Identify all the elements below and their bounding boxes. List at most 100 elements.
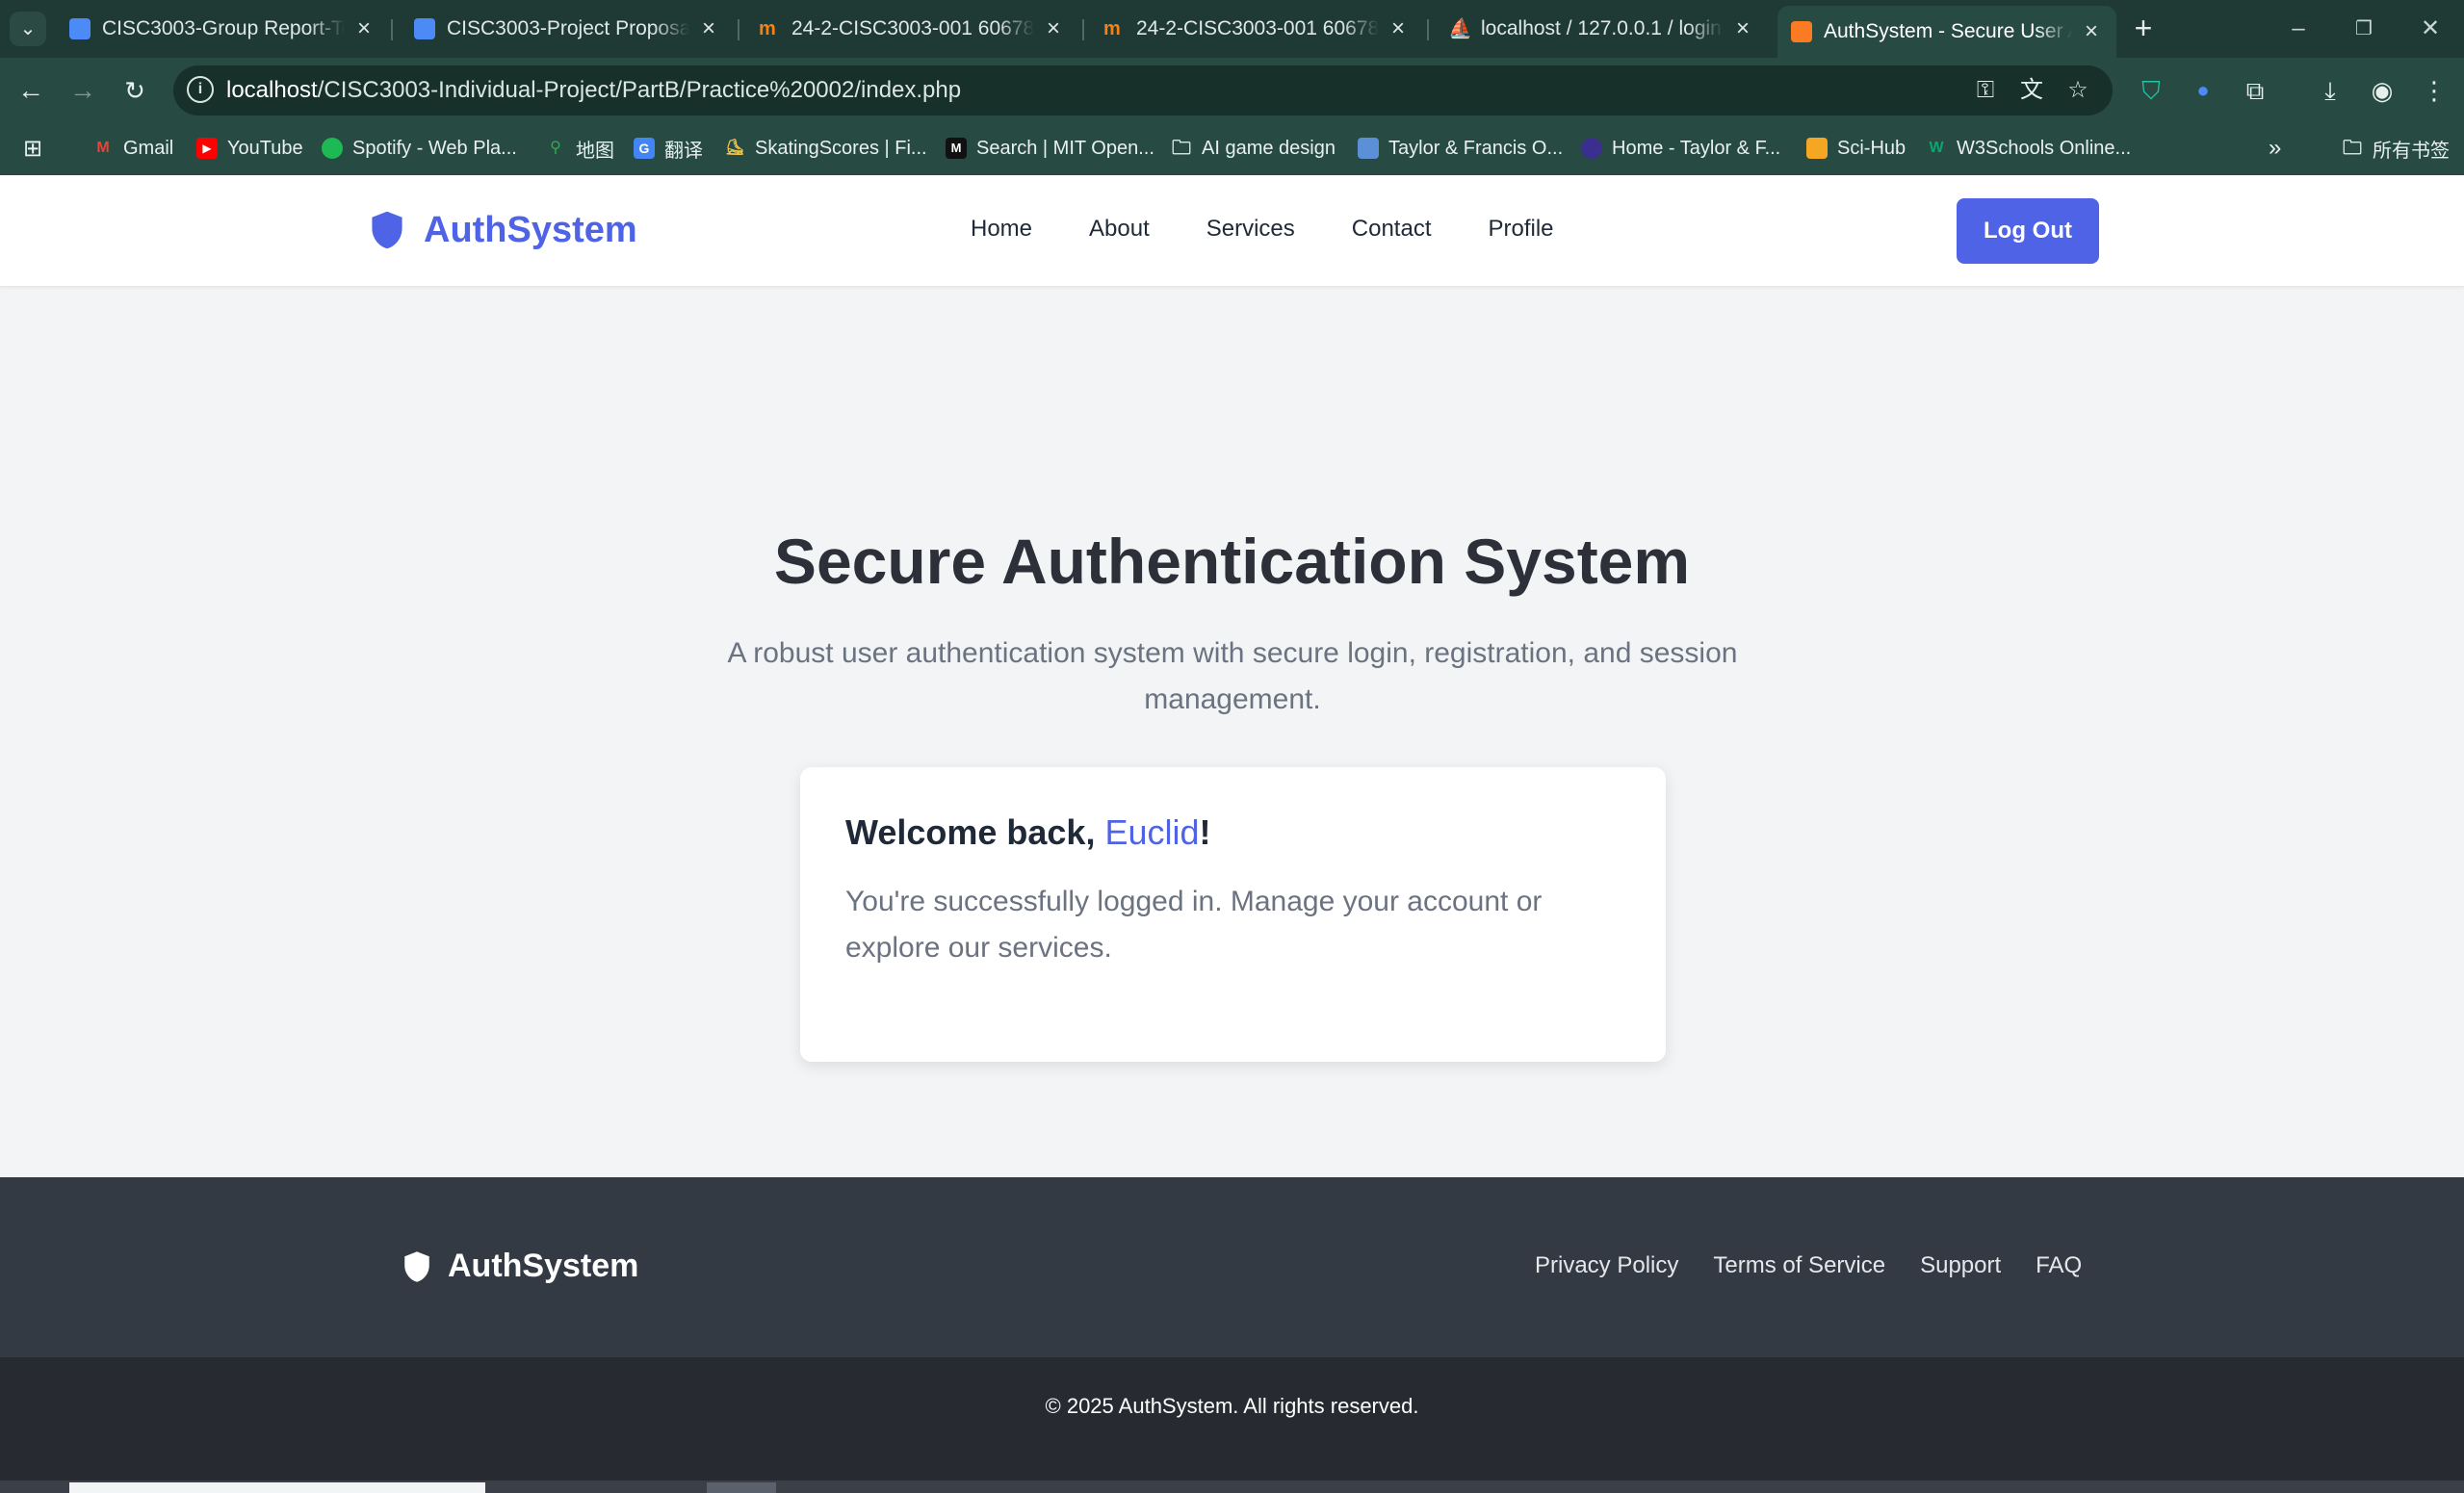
phpmyadmin-icon: ⛵ <box>1448 18 1472 39</box>
skating-icon: ⛸ <box>724 140 745 156</box>
nav-home[interactable]: Home <box>971 216 1032 243</box>
nav-profile[interactable]: Profile <box>1489 216 1554 243</box>
footer-link-privacy[interactable]: Privacy Policy <box>1535 1252 1678 1279</box>
restore-icon[interactable]: ❐ <box>2335 10 2393 48</box>
logout-button[interactable]: Log Out <box>1957 198 2099 264</box>
bookmark-label: Sci-Hub <box>1837 137 1906 159</box>
window-close-icon[interactable]: ✕ <box>2401 10 2459 48</box>
close-tab-icon[interactable]: × <box>1387 15 1410 42</box>
browser-tab-strip: ⌄ CISC3003-Group Report-Tean × CISC3003-… <box>0 0 2464 58</box>
welcome-card: Welcome back, Euclid! You're successfull… <box>800 767 1666 1062</box>
taskbar-app[interactable] <box>707 1482 776 1493</box>
close-tab-icon[interactable]: × <box>1731 15 1754 42</box>
footer-link-faq[interactable]: FAQ <box>2036 1252 2082 1279</box>
browser-tab-active[interactable]: AuthSystem - Secure User Au × <box>1777 6 2116 58</box>
welcome-suffix: ! <box>1199 812 1211 852</box>
browser-tab[interactable]: m 24-2-CISC3003-001 60678: S × <box>745 8 1078 50</box>
tab-divider <box>1427 19 1429 40</box>
bookmark-folder-ai[interactable]: 🗀 AI game design <box>1171 134 1336 163</box>
minimize-icon[interactable]: – <box>2269 10 2327 48</box>
close-tab-icon[interactable]: × <box>697 15 720 42</box>
back-arrow-icon[interactable]: ← <box>12 71 50 110</box>
bookmark-gmail[interactable]: M Gmail <box>92 134 173 163</box>
bookmark-label: Home - Taylor & F... <box>1612 137 1781 159</box>
address-bar[interactable]: i localhost/CISC3003-Individual-Project/… <box>173 65 2113 116</box>
bookmark-label: 地图 <box>576 140 614 162</box>
translate-page-icon[interactable]: 文 <box>2016 75 2047 106</box>
password-key-icon[interactable]: ⚿ <box>1970 75 2001 106</box>
close-tab-icon[interactable]: × <box>2080 18 2103 45</box>
all-bookmarks-label: 所有书签 <box>2373 140 2450 162</box>
copyright-text: © 2025 AuthSystem. All rights reserved. <box>1045 1394 1419 1418</box>
bookmark-label: Search | MIT Open... <box>976 137 1154 159</box>
w3schools-icon: W <box>1929 140 1944 156</box>
download-icon[interactable]: ⤓ <box>2313 73 2347 108</box>
main-nav: Home About Services Contact Profile <box>971 216 1611 243</box>
browser-tab[interactable]: CISC3003-Group Report-Tean × <box>56 8 389 50</box>
brand-logo-link[interactable]: AuthSystem <box>366 209 637 251</box>
browser-tab[interactable]: ⛵ localhost / 127.0.0.1 / login s × <box>1435 8 1768 50</box>
bookmark-label: SkatingScores | Fi... <box>755 137 927 159</box>
extension-dot-icon[interactable]: ● <box>2186 73 2220 108</box>
more-bookmarks-chevron-icon[interactable]: » <box>2269 134 2281 163</box>
forward-arrow-icon[interactable]: → <box>64 71 102 110</box>
bookmark-spotify[interactable]: Spotify - Web Pla... <box>322 134 517 163</box>
tandf-icon <box>1358 138 1379 159</box>
bookmark-mit[interactable]: M Search | MIT Open... <box>946 134 1154 163</box>
close-tab-icon[interactable]: × <box>352 15 376 42</box>
bookmark-skatingscores[interactable]: ⛸ SkatingScores | Fi... <box>724 134 927 163</box>
close-tab-icon[interactable]: × <box>1042 15 1065 42</box>
welcome-heading: Welcome back, Euclid! <box>845 812 1211 853</box>
bookmark-youtube[interactable]: ▶ YouTube <box>196 134 303 163</box>
moodle-icon: m <box>759 18 776 39</box>
all-bookmarks-folder[interactable]: 🗀 所有书签 <box>2342 134 2450 163</box>
footer-link-support[interactable]: Support <box>1920 1252 2001 1279</box>
reload-icon[interactable]: ↻ <box>116 71 154 110</box>
bookmark-star-icon[interactable]: ☆ <box>2062 75 2093 106</box>
bookmark-scihub[interactable]: Sci-Hub <box>1806 134 1906 163</box>
bookmark-w3schools[interactable]: W W3Schools Online... <box>1926 134 2131 163</box>
url-text[interactable]: localhost/CISC3003-Individual-Project/Pa… <box>226 77 961 104</box>
browser-tab[interactable]: m 24-2-CISC3003-001 60678: T × <box>1090 8 1423 50</box>
bookmark-label: AI game design <box>1202 137 1336 159</box>
tab-search-chevron-icon[interactable]: ⌄ <box>10 12 46 46</box>
extensions-puzzle-icon[interactable]: ⧉ <box>2238 73 2272 108</box>
browser-menu-icon[interactable]: ⋮ <box>2417 73 2451 108</box>
bookmark-tandf[interactable]: Taylor & Francis O... <box>1358 134 1563 163</box>
maps-icon: ⚲ <box>550 140 561 156</box>
bookmark-label: Spotify - Web Pla... <box>352 137 517 159</box>
mit-icon: M <box>946 138 967 159</box>
bookmark-label: YouTube <box>227 137 303 159</box>
tab-divider <box>391 19 393 40</box>
browser-tab[interactable]: CISC3003-Project Proposal-Te × <box>401 8 734 50</box>
site-footer: AuthSystem Privacy Policy Terms of Servi… <box>0 1177 2464 1357</box>
url-path: /CISC3003-Individual-Project/PartB/Pract… <box>317 77 962 103</box>
profile-avatar-icon[interactable]: ◉ <box>2365 73 2399 108</box>
bookmark-tandf-home[interactable]: Home - Taylor & F... <box>1581 134 1780 163</box>
bookmark-maps[interactable]: ⚲ 地图 <box>545 134 614 163</box>
welcome-prefix: Welcome back, <box>845 812 1105 852</box>
docs-icon <box>69 18 91 39</box>
bookmarks-bar: ⊞ M Gmail ▶ YouTube Spotify - Web Pla... ⚲… <box>0 121 2464 175</box>
nav-contact[interactable]: Contact <box>1352 216 1432 243</box>
docs-icon <box>414 18 435 39</box>
new-tab-plus-icon[interactable]: + <box>2126 12 2161 46</box>
os-taskbar <box>0 1480 2464 1493</box>
shield-icon <box>372 211 402 249</box>
site-header: AuthSystem Home About Services Contact P… <box>0 175 2464 287</box>
footer-link-terms[interactable]: Terms of Service <box>1713 1252 1885 1279</box>
bookmark-translate[interactable]: G 翻译 <box>634 134 703 163</box>
site-info-icon[interactable]: i <box>187 76 214 103</box>
tab-divider <box>738 19 739 40</box>
shield-icon <box>404 1250 429 1282</box>
nav-about[interactable]: About <box>1089 216 1150 243</box>
username: Euclid <box>1104 812 1200 852</box>
extension-shield-icon[interactable]: ⛉ <box>2134 73 2168 108</box>
moodle-icon: m <box>1103 18 1121 39</box>
taskbar-search-box[interactable] <box>69 1482 485 1493</box>
apps-grid-icon[interactable]: ⊞ <box>23 134 42 163</box>
url-host: localhost <box>226 77 318 103</box>
nav-services[interactable]: Services <box>1206 216 1295 243</box>
footer-brand[interactable]: AuthSystem <box>400 1248 638 1285</box>
copyright-bar: © 2025 AuthSystem. All rights reserved. <box>0 1357 2464 1480</box>
